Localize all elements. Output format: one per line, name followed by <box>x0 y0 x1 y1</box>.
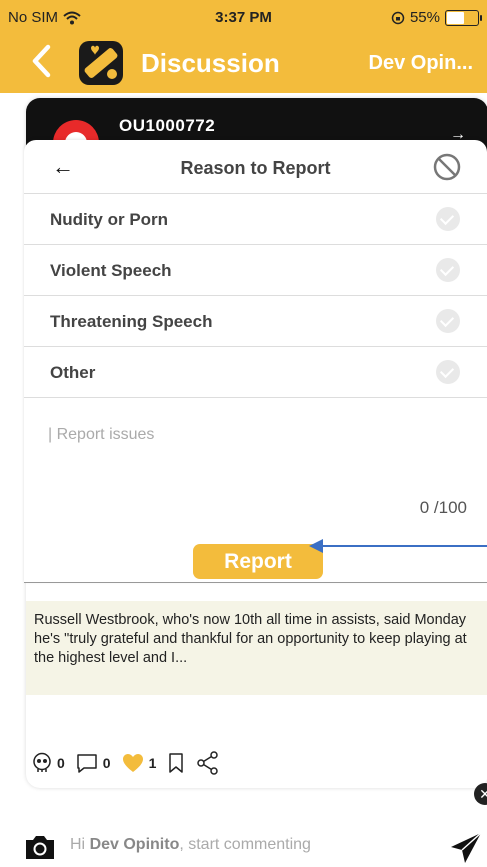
check-circle-icon[interactable] <box>436 207 460 231</box>
character-counter: 0 /100 <box>419 498 467 517</box>
post-actions: 0 0 1 <box>26 743 487 783</box>
app-logo-icon <box>79 41 123 85</box>
report-button[interactable]: Report <box>193 544 323 579</box>
battery-icon <box>445 9 482 26</box>
reason-label: Other <box>50 363 96 382</box>
nav-row: Discussion Dev Opin... <box>0 36 487 88</box>
reason-option-threatening-speech[interactable]: Threatening Speech <box>24 296 487 347</box>
reason-option-violent-speech[interactable]: Violent Speech <box>24 245 487 296</box>
back-chevron-icon[interactable] <box>30 44 52 78</box>
camera-icon[interactable] <box>23 833 57 861</box>
comment-suffix: , start commenting <box>179 836 311 853</box>
check-circle-icon[interactable] <box>436 360 460 384</box>
modal-header: ← Reason to Report <box>24 140 487 194</box>
comment-icon <box>77 754 97 773</box>
bookmark-button[interactable] <box>166 751 186 775</box>
comment-button[interactable]: 0 <box>75 752 111 774</box>
comment-count: 0 <box>102 755 111 771</box>
post-snippet[interactable]: Russell Westbrook, who's now 10th all ti… <box>26 601 487 695</box>
status-bar: No SIM 3:37 PM 55% <box>0 0 487 30</box>
close-icon[interactable]: ✕ <box>474 783 487 805</box>
comment-input[interactable]: Hi Dev Opinito, start commenting <box>70 836 311 854</box>
comment-bar: Hi Dev Opinito, start commenting <box>0 808 487 867</box>
report-issues-input[interactable] <box>48 420 468 450</box>
report-modal: ← Reason to Report Nudity or Porn Violen… <box>24 140 487 583</box>
page-title: Discussion <box>141 48 280 78</box>
modal-title: Reason to Report <box>180 158 331 178</box>
post-username[interactable]: OU1000772 <box>119 116 215 136</box>
send-icon[interactable] <box>448 830 484 866</box>
orientation-lock-icon <box>391 11 405 24</box>
reason-label: Threatening Speech <box>50 312 213 331</box>
heart-icon <box>122 754 143 772</box>
share-button[interactable] <box>196 751 220 775</box>
skull-icon <box>33 752 51 772</box>
profile-name-link[interactable]: Dev Opin... <box>369 52 473 75</box>
comment-prefix: Hi <box>70 836 90 853</box>
reason-option-nudity[interactable]: Nudity or Porn <box>24 194 487 245</box>
app-header: No SIM 3:37 PM 55% Discussion Dev Opin..… <box>0 0 487 93</box>
block-icon[interactable] <box>432 152 462 182</box>
share-icon <box>197 751 219 775</box>
battery-percent: 55% <box>409 9 440 26</box>
reason-label: Nudity or Porn <box>50 210 169 229</box>
skull-reaction-button[interactable]: 0 <box>31 752 65 774</box>
battery-fill <box>447 11 464 24</box>
status-right: 55% <box>391 9 482 26</box>
like-button[interactable]: 1 <box>121 752 157 774</box>
bookmark-icon <box>169 753 184 773</box>
check-circle-icon[interactable] <box>436 309 460 333</box>
reason-label: Violent Speech <box>50 261 172 280</box>
comment-username: Dev Opinito <box>89 836 180 853</box>
reason-option-other[interactable]: Other <box>24 347 487 398</box>
like-count: 1 <box>148 755 157 771</box>
check-circle-icon[interactable] <box>436 258 460 282</box>
skull-count: 0 <box>57 755 65 771</box>
